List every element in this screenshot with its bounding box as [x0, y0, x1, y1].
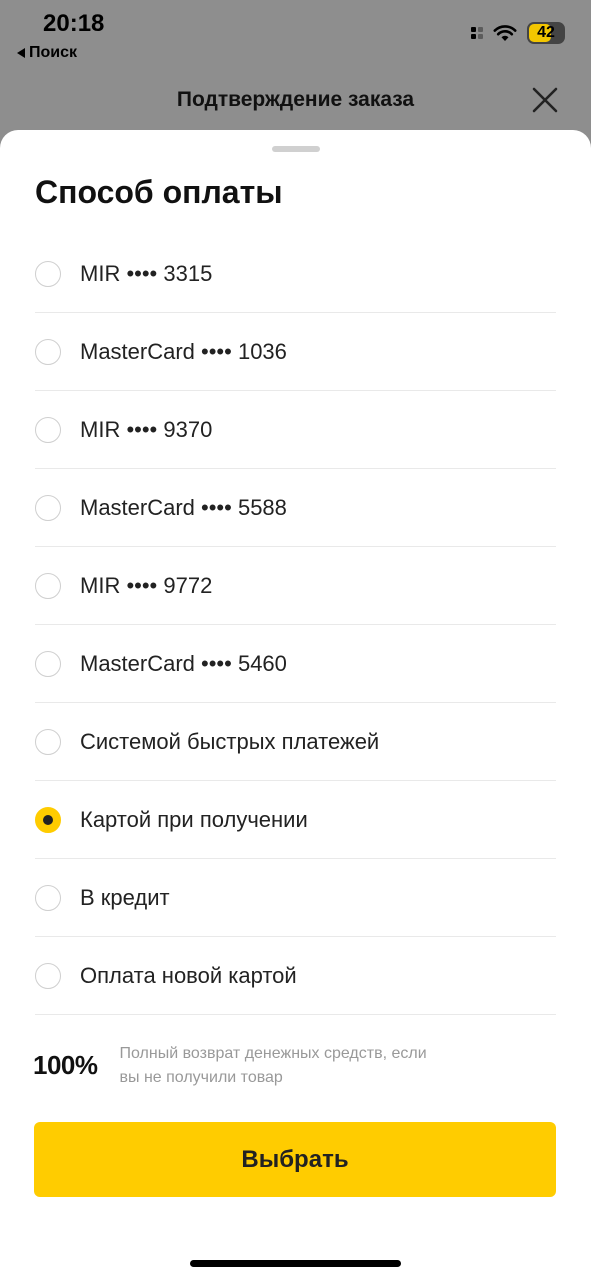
sheet-title: Способ оплаты — [35, 174, 283, 210]
close-icon[interactable] — [531, 86, 559, 114]
payment-option[interactable]: MIR •••• 3315 — [35, 235, 556, 313]
radio-button[interactable] — [35, 416, 61, 443]
radio-button[interactable] — [35, 572, 61, 599]
payment-option[interactable]: Системой быстрых платежей — [35, 703, 556, 781]
battery-icon: 42 — [527, 22, 565, 44]
page-title: Подтверждение заказа — [176, 88, 415, 111]
back-to-search-link[interactable]: Поиск — [17, 44, 77, 62]
radio-button[interactable] — [35, 338, 61, 365]
payment-option-label: MasterCard •••• 1036 — [80, 338, 287, 364]
payment-option[interactable]: В кредит — [35, 859, 556, 937]
payment-option[interactable]: MasterCard •••• 5460 — [35, 625, 556, 703]
guarantee-value: 100% — [33, 1050, 98, 1080]
payment-option[interactable]: MIR •••• 9772 — [35, 547, 556, 625]
payment-option-label: MIR •••• 9370 — [80, 416, 213, 442]
sheet-grabber[interactable] — [271, 146, 320, 152]
radio-button[interactable] — [35, 884, 61, 911]
payment-option-label: Картой при получении — [80, 806, 308, 832]
radio-button[interactable] — [35, 260, 61, 287]
payment-option[interactable]: Картой при получении — [35, 781, 556, 859]
payment-option-label: Оплата новой картой — [80, 962, 297, 988]
status-indicators: 42 — [471, 22, 565, 44]
payment-option-label: В кредит — [80, 884, 170, 910]
radio-button-selected[interactable] — [35, 806, 61, 833]
home-indicator — [190, 1260, 401, 1267]
radio-button[interactable] — [35, 962, 61, 989]
payment-option-label: Системой быстрых платежей — [80, 728, 380, 754]
payment-option[interactable]: MasterCard •••• 1036 — [35, 313, 556, 391]
radio-button[interactable] — [35, 494, 61, 521]
payment-option[interactable]: Оплата новой картой — [35, 937, 556, 1015]
payment-option[interactable]: MIR •••• 9370 — [35, 391, 556, 469]
refund-guarantee: 100% Полный возврат денежных средств, ес… — [33, 1042, 440, 1090]
payment-option-label: MIR •••• 9772 — [80, 572, 213, 598]
status-time: 20:18 — [43, 10, 105, 37]
back-arrow-icon — [17, 48, 25, 58]
battery-level: 42 — [537, 24, 555, 41]
payment-method-sheet: Способ оплаты MIR •••• 3315 MasterCard •… — [0, 130, 591, 1280]
wifi-icon — [493, 25, 517, 41]
payment-options-list: MIR •••• 3315 MasterCard •••• 1036 MIR •… — [35, 235, 556, 1015]
back-label: Поиск — [29, 44, 78, 61]
payment-option-label: MasterCard •••• 5460 — [80, 650, 287, 676]
cellular-signal-icon — [471, 27, 483, 39]
radio-button[interactable] — [35, 650, 61, 677]
choose-button[interactable]: Выбрать — [34, 1122, 556, 1197]
payment-option[interactable]: MasterCard •••• 5588 — [35, 469, 556, 547]
payment-option-label: MasterCard •••• 5588 — [80, 494, 287, 520]
radio-button[interactable] — [35, 728, 61, 755]
guarantee-text: Полный возврат денежных средств, если вы… — [119, 1045, 427, 1086]
payment-option-label: MIR •••• 3315 — [80, 260, 213, 286]
